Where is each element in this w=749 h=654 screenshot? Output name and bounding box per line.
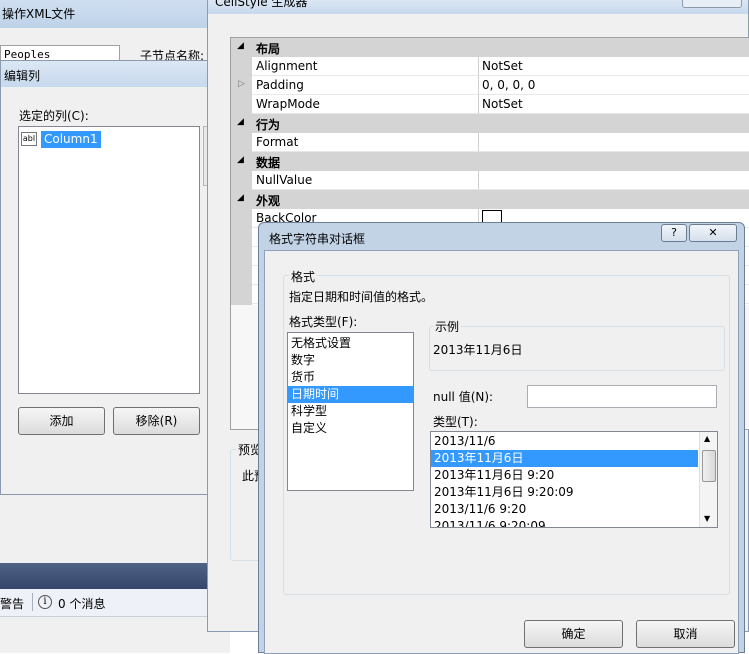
null-value-input[interactable] xyxy=(527,385,717,408)
add-button[interactable]: 添加 xyxy=(18,407,105,435)
type-item[interactable]: 2013年11月6日 xyxy=(431,450,698,467)
cancel-button[interactable]: 取消 xyxy=(636,620,735,648)
format-type-list[interactable]: 无格式设置 数字 货币 日期时间 科学型 自定义 xyxy=(287,332,414,491)
column-item[interactable]: Column1 xyxy=(41,131,101,148)
property-name: WrapMode xyxy=(252,95,479,114)
collapse-icon[interactable]: ◢ xyxy=(237,193,244,203)
type-item[interactable]: 2013年11月6日 9:20 xyxy=(431,467,698,484)
selected-columns-label: 选定的列(C): xyxy=(19,109,89,123)
close-icon[interactable]: ✕ xyxy=(689,224,737,242)
textbox-column-icon: abl xyxy=(21,132,37,146)
property-value[interactable] xyxy=(479,133,749,152)
property-value[interactable]: NotSet xyxy=(479,95,749,114)
property-row-padding[interactable]: ▷ Padding 0, 0, 0, 0 xyxy=(231,76,749,95)
info-icon: i xyxy=(38,595,52,609)
background-window-title: 操作XML文件 xyxy=(2,7,76,21)
format-type-item[interactable]: 日期时间 xyxy=(288,386,413,403)
property-row-wrapmode[interactable]: WrapMode NotSet xyxy=(231,95,749,114)
edit-columns-dialog: 编辑列 选定的列(C): abl Column1 添加 移除(R) xyxy=(0,60,215,495)
property-name: NullValue xyxy=(252,171,479,190)
status-bar: 警告 i 0 个消息 xyxy=(0,589,230,617)
property-value[interactable]: 0, 0, 0, 0 xyxy=(479,76,749,95)
edit-columns-title-bar: 编辑列 xyxy=(1,61,214,87)
selected-columns-list[interactable]: abl Column1 xyxy=(18,126,200,394)
category-data[interactable]: ◢ 数据 xyxy=(231,152,749,171)
category-label: 外观 xyxy=(256,194,281,208)
cellstyle-close-button[interactable] xyxy=(682,0,742,8)
type-item[interactable]: 2013/11/6 9:20:09 xyxy=(431,518,698,527)
sample-group-label: 示例 xyxy=(433,318,462,335)
property-row-nullvalue[interactable]: NullValue xyxy=(231,171,749,190)
category-label: 布局 xyxy=(256,42,281,56)
format-type-item[interactable]: 货币 xyxy=(288,369,413,386)
category-label: 行为 xyxy=(256,118,281,132)
sample-value: 2013年11月6日 xyxy=(433,343,523,357)
cellstyle-title: CellStyle 生成器 xyxy=(215,0,308,9)
edit-columns-title: 编辑列 xyxy=(4,69,41,83)
format-type-item[interactable]: 科学型 xyxy=(288,403,413,420)
scroll-up-icon[interactable]: ▲ xyxy=(704,434,710,443)
ok-button[interactable]: 确定 xyxy=(524,620,623,648)
messages-count[interactable]: 0 个消息 xyxy=(58,595,105,612)
remove-button[interactable]: 移除(R) xyxy=(113,407,200,435)
format-dialog-title-bar: 格式字符串对话框 ? ✕ xyxy=(259,223,744,249)
category-layout[interactable]: ◢ 布局 xyxy=(231,38,749,57)
type-item[interactable]: 2013/11/6 9:20 xyxy=(431,501,698,518)
property-value[interactable] xyxy=(479,171,749,190)
property-name: Format xyxy=(252,133,479,152)
scroll-down-icon[interactable]: ▼ xyxy=(704,514,710,523)
format-string-dialog: 格式字符串对话框 ? ✕ 格式 指定日期和时间值的格式。 格式类型(F): 无格… xyxy=(258,222,745,654)
category-label: 数据 xyxy=(256,156,281,170)
warning-count[interactable]: 警告 xyxy=(0,595,24,612)
format-type-item[interactable]: 无格式设置 xyxy=(288,335,413,352)
format-group-label: 格式 xyxy=(289,268,318,285)
background-title-bar: 操作XML文件 xyxy=(0,0,230,28)
property-name: Alignment xyxy=(252,57,479,76)
format-type-label: 格式类型(F): xyxy=(289,315,358,329)
type-item[interactable]: 2013/11/6 xyxy=(431,433,698,450)
category-behavior[interactable]: ◢ 行为 xyxy=(231,114,749,133)
property-row-format[interactable]: Format xyxy=(231,133,749,152)
format-description: 指定日期和时间值的格式。 xyxy=(289,290,434,304)
separator xyxy=(32,593,33,611)
null-value-label: null 值(N): xyxy=(433,390,494,404)
help-button[interactable]: ? xyxy=(661,224,687,242)
type-list[interactable]: 2013/11/6 2013年11月6日 2013年11月6日 9:20 2013年1… xyxy=(430,431,718,528)
scroll-thumb[interactable] xyxy=(702,450,716,482)
type-list-scrollbar[interactable]: ▲ ▼ xyxy=(699,432,717,527)
category-appearance[interactable]: ◢ 外观 xyxy=(231,190,749,209)
status-strip xyxy=(0,563,230,589)
collapse-icon[interactable]: ◢ xyxy=(237,155,244,165)
type-item[interactable]: 2013年11月6日 9:20:09 xyxy=(431,484,698,501)
format-dialog-body: 格式 指定日期和时间值的格式。 格式类型(F): 无格式设置 数字 货币 日期时间 科学… xyxy=(264,250,739,654)
property-row-alignment[interactable]: Alignment NotSet xyxy=(231,57,749,76)
collapse-icon[interactable]: ◢ xyxy=(237,41,244,51)
format-type-item[interactable]: 自定义 xyxy=(288,420,413,437)
format-dialog-title: 格式字符串对话框 xyxy=(269,232,366,246)
format-type-item[interactable]: 数字 xyxy=(288,352,413,369)
type-label: 类型(T): xyxy=(433,415,478,429)
expand-icon[interactable]: ▷ xyxy=(238,79,245,89)
cellstyle-title-bar: CellStyle 生成器 xyxy=(208,0,748,14)
collapse-icon[interactable]: ◢ xyxy=(237,117,244,127)
property-name: Padding xyxy=(252,76,479,95)
property-value[interactable]: NotSet xyxy=(479,57,749,76)
